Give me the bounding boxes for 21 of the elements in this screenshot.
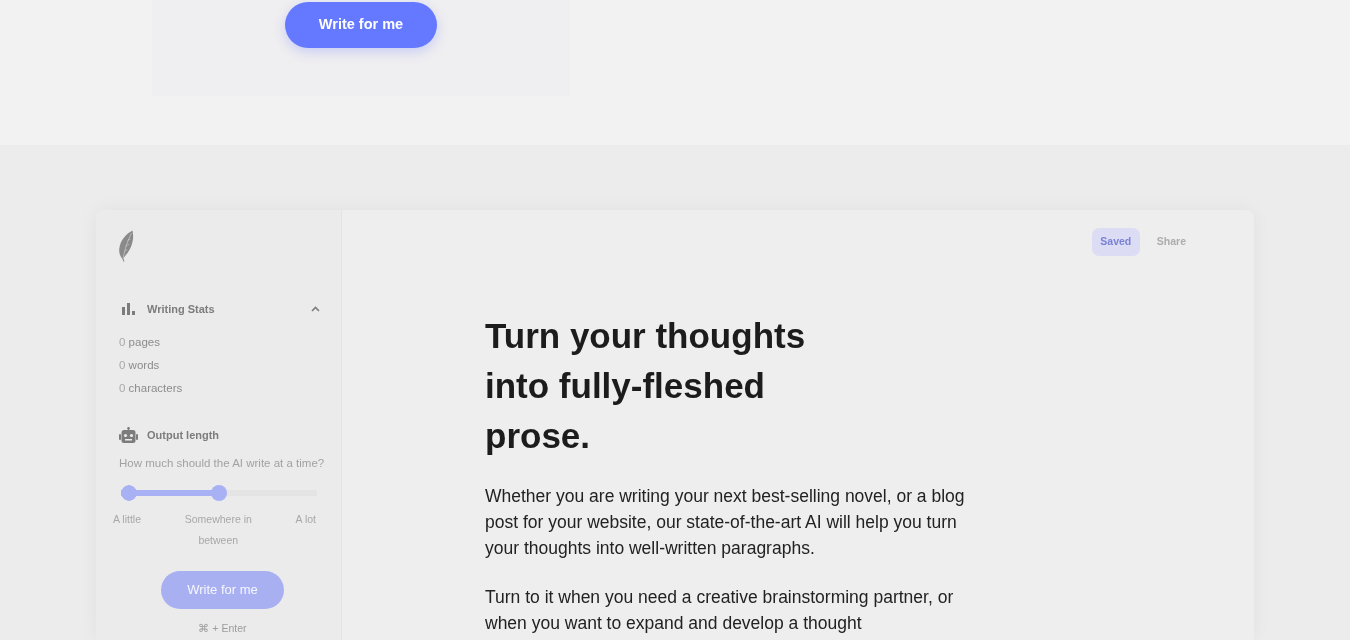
slider-label: A lot — [295, 512, 316, 527]
section-title: Output length — [147, 427, 220, 443]
slider-label: A little — [113, 512, 141, 527]
bar-chart-icon — [122, 303, 135, 315]
feather-icon — [118, 230, 135, 262]
stat-item: 0 characters — [119, 381, 184, 396]
document-paragraph: Turn to it when you need a creative brainstorming partner, or when you want to expand and develop a thought — [485, 586, 955, 635]
slider-question: How much should the AI write at a time? — [119, 456, 326, 471]
stat-item: 0 words — [119, 358, 161, 373]
slider-label: Somewhere in between — [183, 512, 253, 548]
document-heading: Turn your thoughts into fully-fleshed prose. — [485, 315, 807, 457]
stat-item: 0 pages — [119, 335, 161, 350]
stats-section-toggle[interactable]: Writing Stats — [119, 301, 326, 317]
slider-handle[interactable] — [211, 485, 227, 501]
write-button[interactable]: Write for me — [285, 2, 437, 48]
write-button[interactable]: Write for me — [161, 571, 284, 609]
document-paragraph: Whether you are writing your next best-selling novel, or a blog post for your website, our state-of-the-art AI will help you turn your thoughts into well-written paragraphs. — [485, 485, 966, 560]
shortcut-hint: ⌘ + Enter — [197, 621, 248, 636]
share-link[interactable]: Share — [1156, 234, 1186, 250]
robot-icon — [119, 426, 138, 444]
saved-button[interactable]: Saved — [1091, 228, 1140, 256]
